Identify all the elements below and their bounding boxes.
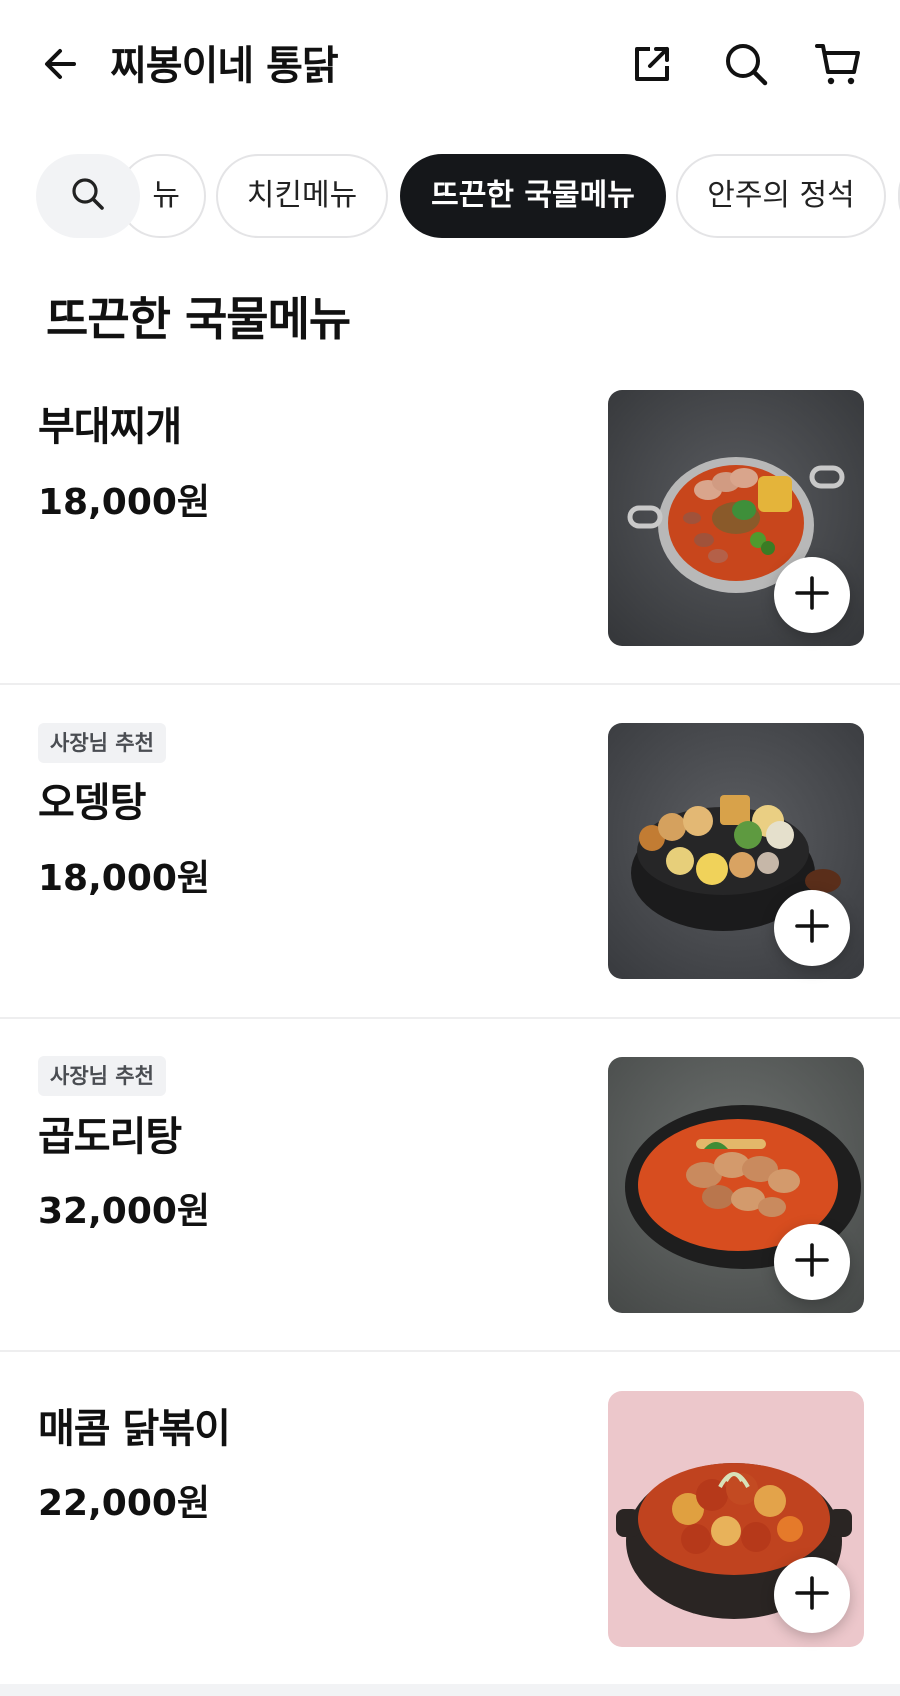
search-icon <box>723 41 769 91</box>
category-search-button[interactable] <box>36 154 140 238</box>
back-button[interactable] <box>38 44 82 88</box>
divider <box>0 1017 900 1019</box>
menu-item-name: 오뎅탕 <box>38 780 146 826</box>
bottom-divider <box>0 1684 900 1696</box>
header-search-button[interactable] <box>720 40 772 92</box>
store-title: 찌봉이네 통닭 <box>110 43 339 89</box>
category-tabs: 뉴 치킨메뉴 뜨끈한 국물메뉴 안주의 정석 <box>0 154 900 240</box>
menu-item-name: 매콤 닭볶이 <box>38 1406 231 1452</box>
menu-item-price: 18,000원 <box>38 482 211 523</box>
add-to-cart-button[interactable] <box>774 1557 850 1633</box>
share-external-icon <box>630 42 674 90</box>
menu-item-price: 32,000원 <box>38 1191 211 1232</box>
app-header: 찌봉이네 통닭 <box>0 0 900 132</box>
plus-icon <box>793 1241 831 1283</box>
plus-icon <box>793 574 831 616</box>
add-to-cart-button[interactable] <box>774 890 850 966</box>
add-to-cart-button[interactable] <box>774 1224 850 1300</box>
owner-recommend-badge: 사장님 추천 <box>38 723 166 763</box>
plus-icon <box>793 907 831 949</box>
search-icon <box>70 176 106 216</box>
arrow-left-icon <box>40 44 80 88</box>
add-to-cart-button[interactable] <box>774 557 850 633</box>
share-button[interactable] <box>626 40 678 92</box>
section-title: 뜨끈한 국물메뉴 <box>46 292 351 346</box>
cart-button[interactable] <box>812 40 864 92</box>
cart-icon <box>814 40 862 92</box>
tab-chicken-menu[interactable]: 치킨메뉴 <box>216 154 388 238</box>
menu-item-name: 곱도리탕 <box>38 1114 182 1160</box>
tab-soup-menu[interactable]: 뜨끈한 국물메뉴 <box>400 154 666 238</box>
menu-item-price: 18,000원 <box>38 858 211 899</box>
menu-item-price: 22,000원 <box>38 1483 211 1524</box>
divider <box>0 1350 900 1352</box>
menu-item-name: 부대찌개 <box>38 404 182 450</box>
plus-icon <box>793 1574 831 1616</box>
tab-anju[interactable]: 안주의 정석 <box>676 154 886 238</box>
divider <box>0 683 900 685</box>
owner-recommend-badge: 사장님 추천 <box>38 1056 166 1096</box>
